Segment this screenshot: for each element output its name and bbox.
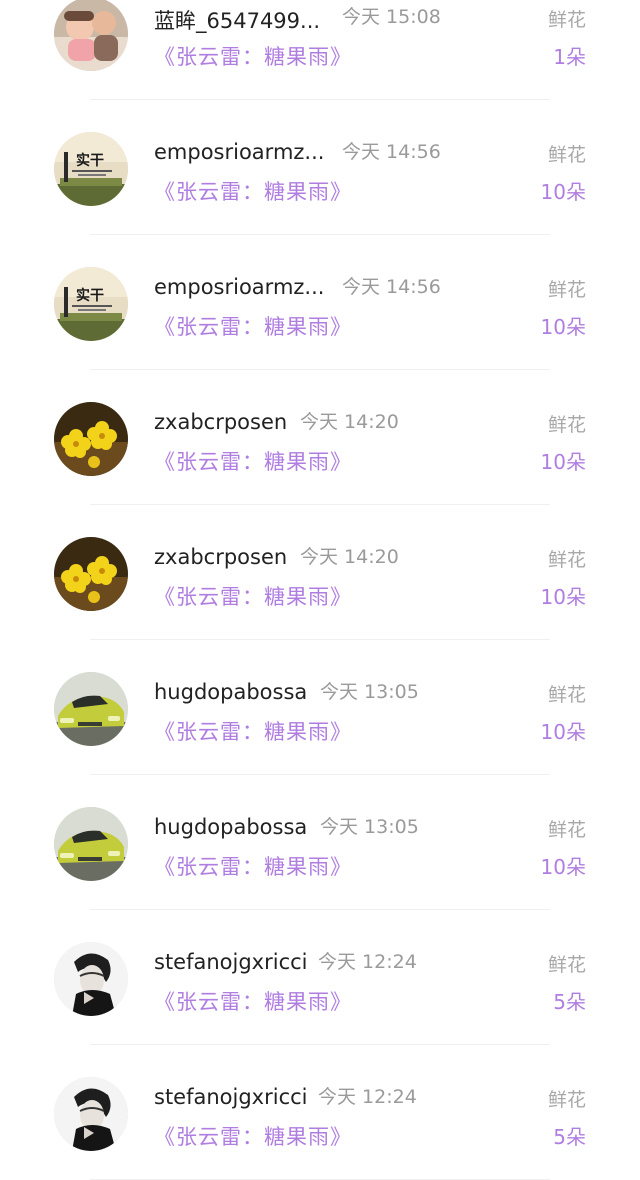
gift-type: 鲜花	[547, 954, 586, 976]
song-title-link[interactable]: 《张云雷：糖果雨》	[154, 41, 352, 71]
username: emposrioarmz...	[154, 140, 325, 164]
username: zxabcrposen	[154, 410, 288, 434]
song-title-link[interactable]: 《张云雷：糖果雨》	[154, 986, 352, 1016]
list-item[interactable]: 实干 emposrioarmz... 今天 14:56 《张云雷：糖果雨》 鲜花…	[0, 235, 640, 370]
yellow-flower-avatar[interactable]	[54, 537, 128, 611]
timestamp: 今天 13:05	[320, 681, 419, 703]
green-car-avatar[interactable]	[54, 807, 128, 881]
song-title-link[interactable]: 《张云雷：糖果雨》	[154, 311, 352, 341]
username: hugdopabossa	[154, 815, 308, 839]
list-item[interactable]: hugdopabossa 今天 13:05 《张云雷：糖果雨》 鲜花 10朵	[0, 640, 640, 775]
gift-type: 鲜花	[547, 549, 586, 571]
list-item[interactable]: hugdopabossa 今天 13:05 《张云雷：糖果雨》 鲜花 10朵	[0, 775, 640, 910]
song-title-link[interactable]: 《张云雷：糖果雨》	[154, 446, 352, 476]
timestamp: 今天 13:05	[320, 816, 419, 838]
username: stefanojgxricci	[154, 950, 308, 974]
portrait-sketch-avatar[interactable]	[54, 942, 128, 1016]
list-item[interactable]: 实干 emposrioarmz... 今天 14:56 《张云雷：糖果雨》 鲜花…	[0, 100, 640, 235]
username: zxabcrposen	[154, 545, 288, 569]
gift-type: 鲜花	[547, 819, 586, 841]
username: stefanojgxricci	[154, 1085, 308, 1109]
gift-count: 10朵	[540, 720, 586, 744]
avatar-text: 实干	[76, 287, 104, 304]
gift-count: 5朵	[553, 990, 586, 1014]
timestamp: 今天 12:24	[318, 1086, 417, 1108]
avatar-text: 实干	[76, 152, 104, 169]
gift-count: 10朵	[540, 450, 586, 474]
gift-type: 鲜花	[547, 1089, 586, 1111]
username: hugdopabossa	[154, 680, 308, 704]
gift-count: 10朵	[540, 180, 586, 204]
timestamp: 今天 14:20	[300, 546, 399, 568]
gift-count: 10朵	[540, 315, 586, 339]
username: 蓝眸_6547499...	[154, 9, 321, 33]
shigan-text-avatar[interactable]: 实干	[54, 132, 128, 206]
list-item[interactable]: 蓝眸_6547499... 今天 15:08 《张云雷：糖果雨》 鲜花 1朵	[0, 0, 640, 100]
list-item[interactable]: zxabcrposen 今天 14:20 《张云雷：糖果雨》 鲜花 10朵	[0, 370, 640, 505]
song-title-link[interactable]: 《张云雷：糖果雨》	[154, 176, 352, 206]
list-item[interactable]: stefanojgxricci 今天 12:24 《张云雷：糖果雨》 鲜花 5朵	[0, 910, 640, 1045]
gift-type: 鲜花	[547, 144, 586, 166]
song-title-link[interactable]: 《张云雷：糖果雨》	[154, 581, 352, 611]
gift-type: 鲜花	[547, 684, 586, 706]
timestamp: 今天 12:24	[318, 951, 417, 973]
baby-photo-avatar[interactable]	[54, 0, 128, 71]
timestamp: 今天 14:56	[342, 141, 441, 163]
gift-count: 10朵	[540, 855, 586, 879]
list-item[interactable]: zxabcrposen 今天 14:20 《张云雷：糖果雨》 鲜花 10朵	[0, 505, 640, 640]
gift-type: 鲜花	[547, 279, 586, 301]
green-car-avatar[interactable]	[54, 672, 128, 746]
gift-count: 1朵	[553, 45, 586, 69]
username: emposrioarmz...	[154, 275, 325, 299]
shigan-text-avatar[interactable]: 实干	[54, 267, 128, 341]
gift-type: 鲜花	[547, 414, 586, 436]
song-title-link[interactable]: 《张云雷：糖果雨》	[154, 716, 352, 746]
timestamp: 今天 15:08	[342, 6, 441, 28]
portrait-sketch-avatar[interactable]	[54, 1077, 128, 1151]
timestamp: 今天 14:56	[342, 276, 441, 298]
song-title-link[interactable]: 《张云雷：糖果雨》	[154, 851, 352, 881]
list-item[interactable]: stefanojgxricci 今天 12:24 《张云雷：糖果雨》 鲜花 5朵	[0, 1045, 640, 1180]
song-title-link[interactable]: 《张云雷：糖果雨》	[154, 1121, 352, 1151]
timestamp: 今天 14:20	[300, 411, 399, 433]
gift-type: 鲜花	[547, 9, 586, 31]
yellow-flower-avatar[interactable]	[54, 402, 128, 476]
gift-count: 5朵	[553, 1125, 586, 1149]
gift-count: 10朵	[540, 585, 586, 609]
